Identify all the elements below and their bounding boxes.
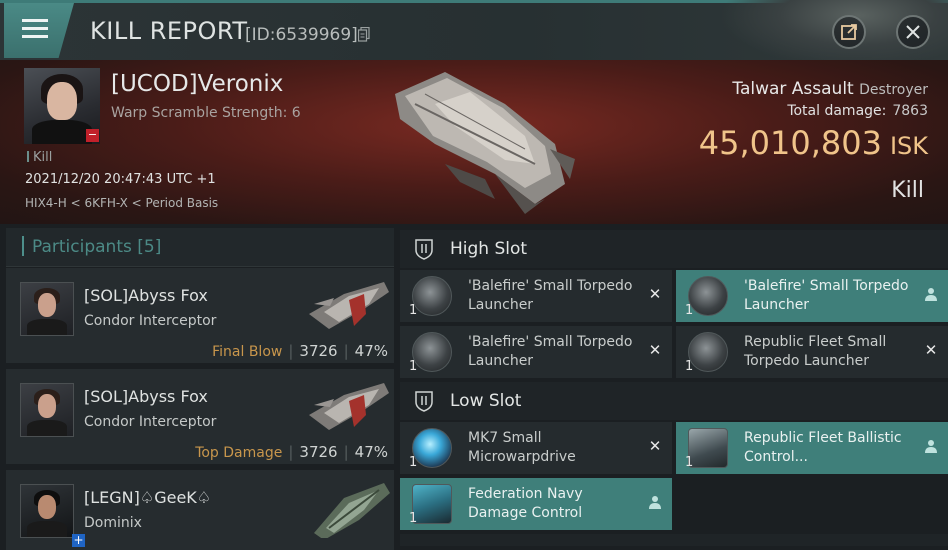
participant-row[interactable]: + [LEGN]♤GeeK♤ Dominix [6,470,394,550]
participant-avatar[interactable] [20,484,74,538]
participants-header: Participants [5] [6,228,394,267]
high-slot-header: High Slot [400,230,948,268]
module-name: 'Balefire' Small Torpedo Launcher [744,278,909,313]
shield-icon [415,239,433,260]
participant-name[interactable]: [SOL]Abyss Fox [84,286,208,305]
close-icon [906,25,920,39]
person-icon [925,288,937,301]
participant-avatar[interactable] [20,282,74,336]
module-name: 'Balefire' Small Torpedo Launcher [468,278,633,313]
participant-row[interactable]: [SOL]Abyss Fox Condor Interceptor Top Da… [6,369,394,467]
x-icon: ✕ [924,341,938,359]
destroyed-badge: − [86,128,99,142]
module-name: Republic Fleet Ballistic Control... [744,430,902,465]
module-item[interactable]: 1 Federation Navy Damage Control [400,478,672,530]
participant-name[interactable]: [SOL]Abyss Fox [84,387,208,406]
kill-location[interactable]: HIX4-H < 6KFH-X < Period Basis [25,196,218,210]
participant-ship: Condor Interceptor [84,414,217,430]
menu-button[interactable] [4,3,74,58]
person-icon [925,440,937,453]
module-name: 'Balefire' Small Torpedo Launcher [468,334,633,369]
module-name: MK7 Small Microwarpdrive [468,430,576,465]
copy-icon[interactable] [358,27,370,42]
participant-ship-image [309,282,389,329]
ballistic-control-icon [688,428,728,468]
module-item[interactable]: 1 MK7 Small Microwarpdrive ✕ [400,422,672,474]
corp-badge: + [72,533,85,547]
x-icon: ✕ [648,341,662,359]
module-name: Federation Navy Damage Control [468,486,583,521]
torpedo-launcher-icon [688,276,728,316]
victim-ship-image [395,72,575,214]
window-title: KILL REPORT [90,17,248,45]
window-header: KILL REPORT [ID:6539969] [0,0,948,68]
kill-label: Kill [27,150,52,165]
menu-icon [22,19,48,22]
torpedo-launcher-icon [412,332,452,372]
total-damage: Total damage: 7863 [787,103,928,119]
module-item[interactable]: 1 Republic Fleet Small Torpedo Launcher … [676,326,948,378]
external-link-button[interactable] [832,15,866,49]
high-slot-title: High Slot [450,239,528,259]
participant-name[interactable]: [LEGN]♤GeeK♤ [84,488,211,507]
microwarpdrive-icon [412,428,452,468]
participant-ship-image [314,483,390,538]
participant-ship: Condor Interceptor [84,313,217,329]
participant-avatar[interactable] [20,383,74,437]
torpedo-launcher-icon [688,332,728,372]
kill-id: [ID:6539969] [245,25,358,45]
damage-control-icon [412,484,452,524]
torpedo-launcher-icon [412,276,452,316]
participant-stats: Final Blow | 3726 | 47% [212,342,388,360]
participant-ship-image [309,383,389,430]
next-slot-header [400,534,948,546]
module-item[interactable]: 1 Republic Fleet Ballistic Control... [676,422,948,474]
participants-title: Participants [5] [32,237,162,257]
close-button[interactable] [896,15,930,49]
x-icon: ✕ [648,437,662,455]
module-item[interactable]: 1 'Balefire' Small Torpedo Launcher ✕ [400,326,672,378]
x-icon: ✕ [648,285,662,303]
participant-row[interactable]: [SOL]Abyss Fox Condor Interceptor Final … [6,268,394,366]
shield-icon [415,391,433,412]
victim-ship[interactable]: Talwar Assault Destroyer [732,79,928,99]
low-slot-header: Low Slot [400,382,948,420]
low-slot-title: Low Slot [450,391,522,411]
kill-datetime: 2021/12/20 20:47:43 UTC +1 [25,172,216,187]
module-item[interactable]: 1 'Balefire' Small Torpedo Launcher ✕ [400,270,672,322]
module-item[interactable]: 1 'Balefire' Small Torpedo Launcher [676,270,948,322]
external-link-icon [841,24,857,40]
module-name: Republic Fleet Small Torpedo Launcher [744,334,887,369]
result-label: Kill [891,178,924,203]
participant-ship: Dominix [84,515,142,531]
warp-scramble-strength: Warp Scramble Strength: 6 [111,105,301,121]
isk-value: 45,010,803 ISK [698,124,928,162]
person-icon [649,496,661,509]
participant-stats: Top Damage | 3726 | 47% [195,443,388,461]
victim-name[interactable]: [UCOD]Veronix [111,71,283,97]
